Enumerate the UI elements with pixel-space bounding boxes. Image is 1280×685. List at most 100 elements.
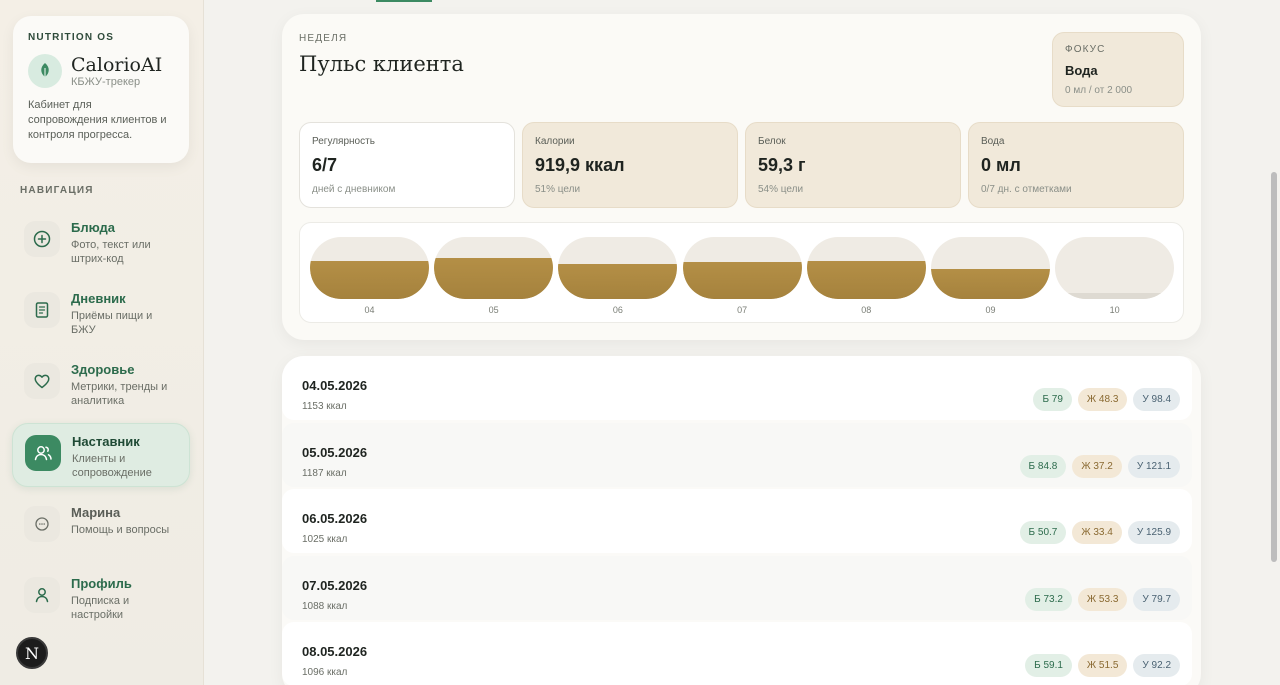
macro-badges: Б 79 Ж 48.3 У 98.4 <box>1033 388 1180 411</box>
day-pill-track <box>1055 237 1175 299</box>
entry-date: 08.05.2026 <box>302 644 368 659</box>
day-pill-fill <box>558 264 678 299</box>
stat-sub: 54% цели <box>758 184 804 195</box>
scrollbar[interactable] <box>1271 172 1277 562</box>
nav-item-dishes[interactable]: Блюда Фото, текст или штрих-код <box>12 210 190 274</box>
chat-icon <box>24 506 60 542</box>
nav-item-health[interactable]: Здоровье Метрики, тренды и аналитика <box>12 352 190 416</box>
day-label: 06 <box>612 305 623 315</box>
entry-kcal: 1088 ккал <box>302 600 348 612</box>
entry-date: 04.05.2026 <box>302 378 368 393</box>
protein-badge: Б 84.8 <box>1019 454 1067 478</box>
entry-date: 06.05.2026 <box>302 511 368 526</box>
macro-badges: Б 50.7 Ж 33.4 У 125.9 <box>1019 521 1180 544</box>
nav-item-mentor[interactable]: Наставник Клиенты и сопровождение <box>12 423 190 487</box>
entry-kcal: 1187 ккал <box>302 467 347 479</box>
carbs-badge: У 79.7 <box>1133 587 1180 611</box>
day-label: 04 <box>364 305 375 315</box>
client-pulse-card: НЕДЕЛЯ Пульс клиента ФОКУС Вода 0 мл / о… <box>282 14 1201 340</box>
entry-date: 05.05.2026 <box>302 444 368 460</box>
sidebar: NUTRITION OS CalorioAI КБЖУ-трекер Кабин… <box>0 0 204 685</box>
avatar[interactable]: N <box>16 637 48 669</box>
stat-regularity: Регулярность 6/7 дней с дневником <box>299 122 515 208</box>
day-pill-track <box>806 237 926 299</box>
day-label: 05 <box>488 305 499 315</box>
diary-entry-row[interactable]: 06.05.2026 1025 ккал Б 50.7 Ж 33.4 У 125.9 <box>282 489 1192 553</box>
nav-label: Марина <box>71 505 121 520</box>
day-pill-fill <box>310 261 429 299</box>
nav-label: Профиль <box>71 576 132 591</box>
nav-item-profile[interactable]: Профиль Подписка и настройки <box>12 566 190 630</box>
day-pill-fill <box>682 262 802 299</box>
day-pill-track <box>558 237 678 299</box>
focus-sub: 0 мл / от 2 000 <box>1065 85 1133 96</box>
diary-entry-row[interactable]: 07.05.2026 1088 ккал Б 73.2 Ж 53.3 У 79.7 <box>282 555 1192 620</box>
weekly-fill-strip: 04 05 06 07 08 09 10 <box>299 222 1184 323</box>
protein-badge: Б 59.1 <box>1025 654 1072 677</box>
brand-name: CalorioAI <box>71 53 163 76</box>
day-label: 07 <box>737 305 748 315</box>
protein-badge: Б 50.7 <box>1019 521 1067 544</box>
stat-value: 0 мл <box>981 155 1021 175</box>
fat-badge: Ж 51.5 <box>1077 654 1128 677</box>
day-pill[interactable]: 05 <box>434 237 554 315</box>
nav-desc: Приёмы пищи и БЖУ <box>71 310 153 336</box>
day-label: 08 <box>861 305 872 315</box>
day-pill-track <box>310 237 429 299</box>
stat-calories: Калории 919,9 ккал 51% цели <box>522 122 738 208</box>
day-pill[interactable]: 04 <box>310 237 429 315</box>
stat-label: Белок <box>758 136 786 147</box>
macro-badges: Б 84.8 Ж 37.2 У 121.1 <box>1019 454 1180 478</box>
fat-badge: Ж 53.3 <box>1077 587 1128 611</box>
entry-kcal: 1096 ккал <box>302 667 348 678</box>
stat-label: Регулярность <box>312 136 375 147</box>
nav-label: Блюда <box>71 220 116 235</box>
entry-kcal: 1153 ккал <box>302 401 347 412</box>
day-pill[interactable]: 06 <box>558 237 678 315</box>
nav-label: Дневник <box>71 291 126 306</box>
user-icon <box>24 577 60 613</box>
day-label: 10 <box>1109 305 1120 315</box>
page-title: Пульс клиента <box>299 52 464 76</box>
day-pill[interactable]: 10 <box>1055 237 1175 315</box>
stat-protein: Белок 59,3 г 54% цели <box>745 122 961 208</box>
brand-os-label: NUTRITION OS <box>28 32 115 43</box>
nav-title: НАВИГАЦИЯ <box>20 185 94 196</box>
macro-badges: Б 73.2 Ж 53.3 У 79.7 <box>1025 587 1180 611</box>
fat-badge: Ж 33.4 <box>1072 521 1122 544</box>
nav-desc: Помощь и вопросы <box>71 524 170 536</box>
diary-entry-row[interactable]: 05.05.2026 1187 ккал Б 84.8 Ж 37.2 У 121.1 <box>282 422 1192 487</box>
stat-value: 59,3 г <box>758 155 806 175</box>
carbs-badge: У 92.2 <box>1133 654 1180 677</box>
focus-value: Вода <box>1065 63 1098 78</box>
day-pill[interactable]: 08 <box>806 237 926 315</box>
nav-item-marina[interactable]: Марина Помощь и вопросы <box>12 495 190 559</box>
day-pill-track <box>682 237 802 299</box>
carbs-badge: У 98.4 <box>1133 388 1180 411</box>
protein-badge: Б 73.2 <box>1025 587 1072 611</box>
fat-badge: Ж 37.2 <box>1072 454 1122 478</box>
day-pill-track <box>434 237 554 299</box>
day-pill-fill <box>1055 293 1175 299</box>
diary-entry-row[interactable]: 04.05.2026 1153 ккал Б 79 Ж 48.3 У 98.4 <box>282 356 1192 420</box>
stat-sub: 0/7 дн. с отметками <box>981 184 1072 195</box>
stat-sub: 51% цели <box>535 184 581 195</box>
protein-badge: Б 79 <box>1033 388 1072 411</box>
nav-desc: Подписка и настройки <box>71 595 130 621</box>
carbs-badge: У 121.1 <box>1127 454 1180 478</box>
nav-desc: Фото, текст или штрих-код <box>71 239 151 265</box>
stat-sub: дней с дневником <box>312 184 396 195</box>
day-label: 09 <box>985 305 996 315</box>
diary-entry-row[interactable]: 08.05.2026 1096 ккал Б 59.1 Ж 51.5 У 92.2 <box>282 622 1192 685</box>
active-tab-indicator <box>376 0 432 2</box>
day-pill-fill <box>434 258 554 299</box>
nav-label: Здоровье <box>71 362 135 377</box>
day-pill-track <box>931 237 1050 299</box>
users-icon <box>25 435 61 471</box>
nav-item-diary[interactable]: Дневник Приёмы пищи и БЖУ <box>12 281 190 345</box>
day-pill[interactable]: 09 <box>931 237 1050 315</box>
day-pill[interactable]: 07 <box>682 237 802 315</box>
macro-badges: Б 59.1 Ж 51.5 У 92.2 <box>1025 654 1180 677</box>
fat-badge: Ж 48.3 <box>1077 388 1128 411</box>
focus-box: ФОКУС Вода 0 мл / от 2 000 <box>1052 32 1184 107</box>
